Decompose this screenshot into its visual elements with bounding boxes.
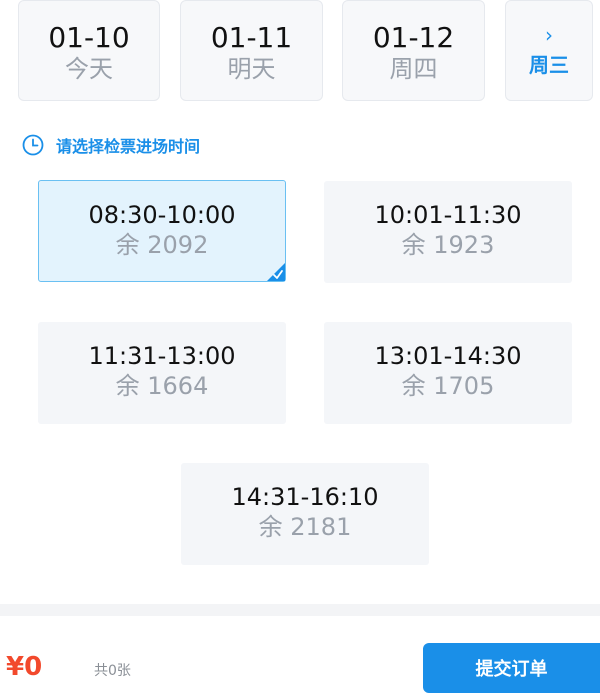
slot-time: 08:30-10:00 — [88, 201, 236, 229]
selected-check-icon — [267, 263, 285, 281]
slot-time: 13:01-14:30 — [374, 342, 522, 370]
date-card-thursday[interactable]: 01-12 周四 — [342, 0, 485, 101]
date-value: 01-12 — [372, 21, 455, 54]
time-slot-1001[interactable]: 10:01-11:30 余 1923 — [324, 181, 572, 283]
clock-icon — [22, 134, 44, 156]
date-label: 周四 — [389, 55, 438, 83]
select-time-hint: 请选择检票进场时间 — [22, 132, 200, 158]
date-value: 01-10 — [48, 21, 130, 54]
slot-remaining: 余 2092 — [115, 231, 209, 259]
date-card-tomorrow[interactable]: 01-11 明天 — [180, 0, 323, 101]
order-footer: ¥0 共0张 提交订单 — [0, 616, 600, 700]
ticket-count: 共0张 — [94, 663, 131, 679]
date-label: 明天 — [227, 55, 276, 83]
date-card-today[interactable]: 01-10 今天 — [18, 0, 160, 101]
time-slot-1431[interactable]: 14:31-16:10 余 2181 — [181, 463, 429, 565]
more-dates-label: 周三 — [529, 53, 569, 77]
more-dates-button[interactable]: › 周三 — [505, 0, 593, 101]
date-label: 今天 — [65, 55, 113, 83]
section-divider — [0, 604, 600, 616]
total-price: ¥0 — [6, 652, 43, 682]
date-value: 01-11 — [210, 21, 293, 54]
slot-remaining: 余 2181 — [258, 513, 352, 541]
chevron-right-icon: › — [545, 23, 553, 47]
slot-time: 10:01-11:30 — [374, 201, 522, 229]
date-selector: 01-10 今天 01-11 明天 01-12 周四 › 周三 — [0, 0, 600, 110]
time-slot-1131[interactable]: 11:31-13:00 余 1664 — [38, 322, 286, 424]
time-slot-0830[interactable]: 08:30-10:00 余 2092 — [38, 180, 286, 282]
slot-remaining: 余 1923 — [401, 231, 495, 259]
slot-remaining: 余 1705 — [401, 372, 495, 400]
submit-order-button[interactable]: 提交订单 — [423, 643, 600, 693]
slot-time: 11:31-13:00 — [88, 342, 236, 370]
slot-time: 14:31-16:10 — [231, 483, 379, 511]
slot-remaining: 余 1664 — [115, 372, 209, 400]
time-slot-1301[interactable]: 13:01-14:30 余 1705 — [324, 322, 572, 424]
hint-text: 请选择检票进场时间 — [56, 137, 201, 156]
